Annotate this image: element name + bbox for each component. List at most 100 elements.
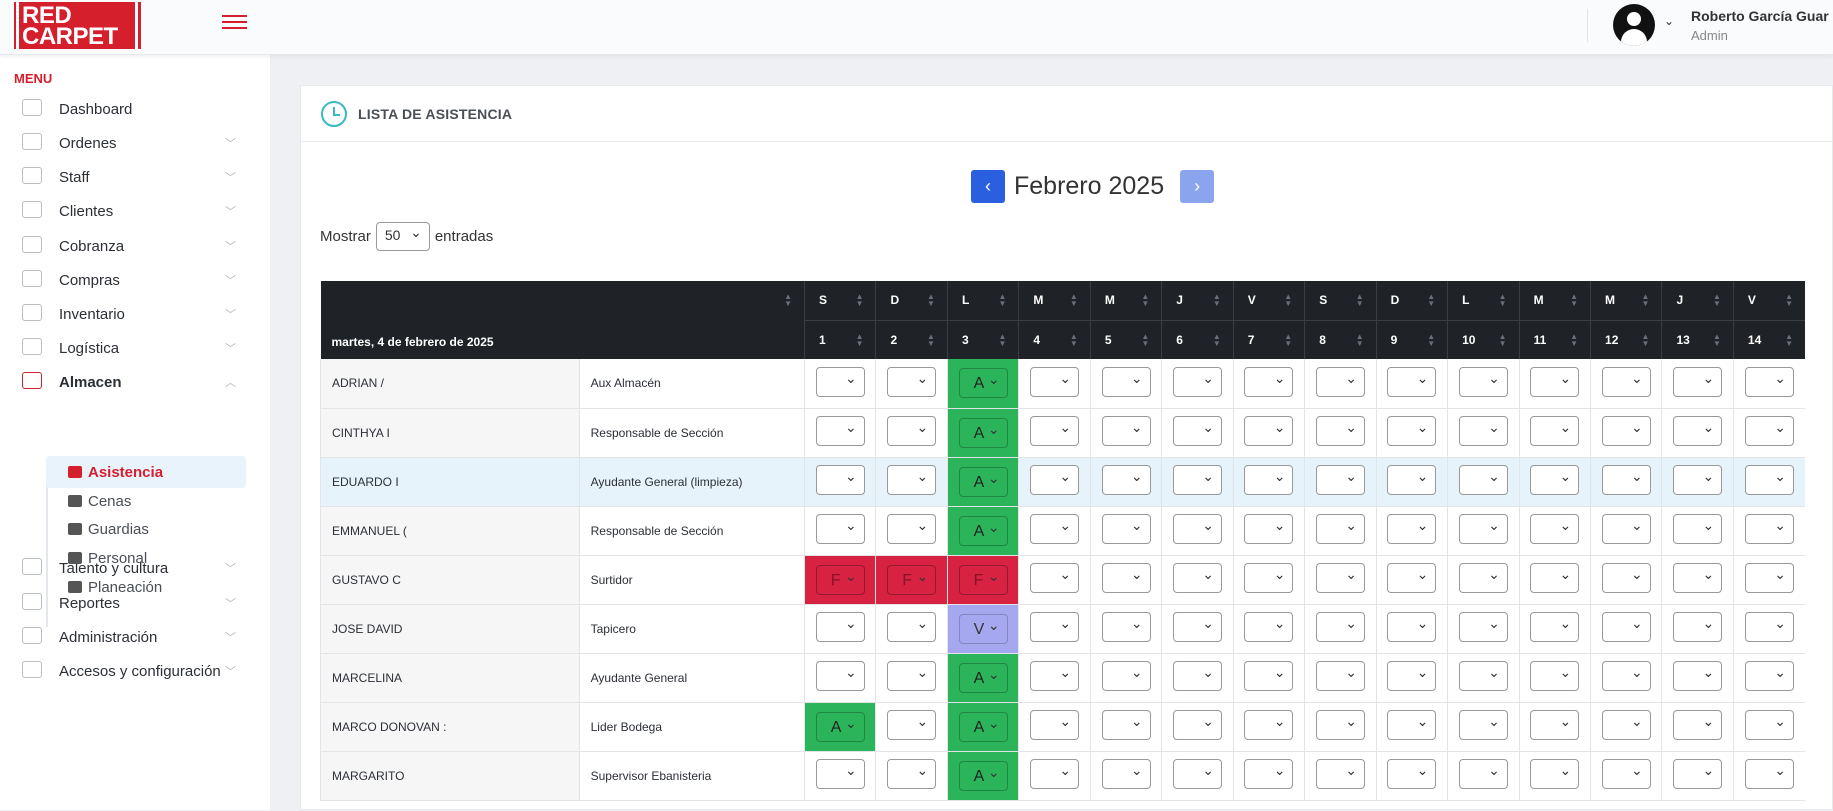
- day-number-header[interactable]: 3 ▲ ▼: [946, 319, 1019, 359]
- weekday-header[interactable]: V ▲ ▼: [1732, 281, 1805, 320]
- attendance-select[interactable]: [887, 710, 937, 740]
- attendance-select[interactable]: [1530, 514, 1580, 544]
- day-number-header[interactable]: 8 ▲ ▼: [1304, 319, 1377, 359]
- attendance-select[interactable]: [1030, 612, 1080, 642]
- attendance-select[interactable]: [1387, 661, 1437, 691]
- attendance-select[interactable]: [1030, 563, 1080, 593]
- submenu-item-personal[interactable]: Personal: [46, 542, 246, 574]
- attendance-select[interactable]: [1315, 563, 1365, 593]
- attendance-select[interactable]: [1315, 759, 1365, 789]
- day-number-header[interactable]: 11 ▲ ▼: [1518, 319, 1591, 359]
- attendance-select[interactable]: [1601, 612, 1651, 642]
- attendance-select[interactable]: [1173, 465, 1223, 495]
- sidebar-item-accesos-y-configuración[interactable]: Accesos y configuración ﹀: [22, 655, 242, 687]
- day-number-header[interactable]: 14 ▲ ▼: [1732, 319, 1805, 359]
- attendance-select[interactable]: [1387, 759, 1437, 789]
- attendance-select[interactable]: [1030, 661, 1080, 691]
- attendance-select[interactable]: [1744, 514, 1794, 544]
- attendance-select[interactable]: [815, 759, 865, 789]
- attendance-select[interactable]: [1673, 710, 1723, 740]
- attendance-select[interactable]: [1601, 661, 1651, 691]
- attendance-select[interactable]: [1744, 465, 1794, 495]
- attendance-select[interactable]: [1458, 514, 1508, 544]
- attendance-select[interactable]: [1458, 563, 1508, 593]
- attendance-select[interactable]: [1744, 366, 1794, 397]
- attendance-select[interactable]: [1673, 563, 1723, 593]
- attendance-select[interactable]: F: [887, 564, 937, 595]
- attendance-select[interactable]: [1315, 416, 1365, 446]
- attendance-select[interactable]: [1101, 661, 1151, 691]
- user-avatar-icon[interactable]: [1613, 4, 1655, 46]
- attendance-select[interactable]: [887, 465, 937, 495]
- weekday-header[interactable]: D ▲ ▼: [1375, 281, 1448, 320]
- attendance-select[interactable]: [1673, 366, 1723, 397]
- attendance-select[interactable]: [1530, 366, 1580, 397]
- attendance-select[interactable]: [1315, 710, 1365, 740]
- attendance-select[interactable]: A: [958, 711, 1008, 742]
- attendance-select[interactable]: [887, 514, 937, 544]
- attendance-select[interactable]: A: [958, 662, 1008, 693]
- attendance-select[interactable]: [1173, 416, 1223, 446]
- sidebar-item-staff[interactable]: Staff ﹀: [22, 161, 242, 193]
- attendance-select[interactable]: A: [958, 466, 1008, 497]
- sidebar-item-logística[interactable]: Logística ﹀: [22, 332, 242, 364]
- attendance-select[interactable]: [887, 661, 937, 691]
- attendance-select[interactable]: [1744, 661, 1794, 691]
- attendance-select[interactable]: [1601, 366, 1651, 397]
- attendance-select[interactable]: [1458, 759, 1508, 789]
- attendance-select[interactable]: [1673, 514, 1723, 544]
- attendance-select[interactable]: [1101, 563, 1151, 593]
- day-number-header[interactable]: 1 ▲ ▼: [804, 319, 876, 359]
- day-number-header[interactable]: 13 ▲ ▼: [1661, 319, 1734, 359]
- attendance-select[interactable]: [815, 465, 865, 495]
- attendance-select[interactable]: A: [958, 368, 1008, 399]
- date-header[interactable]: martes, 4 de febrero de 2025 ▲ ▼: [320, 281, 805, 359]
- attendance-select[interactable]: [1030, 514, 1080, 544]
- attendance-select[interactable]: [1030, 366, 1080, 397]
- weekday-header[interactable]: M ▲ ▼: [1089, 281, 1162, 320]
- attendance-select[interactable]: [1101, 366, 1151, 397]
- attendance-select[interactable]: [1530, 759, 1580, 789]
- attendance-select[interactable]: [1744, 416, 1794, 446]
- attendance-select[interactable]: [1244, 661, 1294, 691]
- sidebar-item-ordenes[interactable]: Ordenes ﹀: [22, 127, 242, 159]
- attendance-select[interactable]: [1387, 612, 1437, 642]
- attendance-select[interactable]: A: [958, 417, 1008, 448]
- weekday-header[interactable]: J ▲ ▼: [1161, 281, 1234, 320]
- attendance-select[interactable]: [887, 759, 937, 789]
- next-month-button[interactable]: ›: [1180, 169, 1215, 203]
- attendance-select[interactable]: [1030, 465, 1080, 495]
- attendance-select[interactable]: [1030, 759, 1080, 789]
- attendance-select[interactable]: [1673, 759, 1723, 789]
- attendance-select[interactable]: [1673, 612, 1723, 642]
- attendance-select[interactable]: [1530, 710, 1580, 740]
- submenu-item-planeación[interactable]: Planeación: [46, 571, 246, 603]
- attendance-select[interactable]: [1387, 514, 1437, 544]
- attendance-select[interactable]: [887, 612, 937, 642]
- sidebar-item-dashboard[interactable]: Dashboard: [22, 93, 242, 125]
- attendance-select[interactable]: [1744, 759, 1794, 789]
- attendance-select[interactable]: [1387, 465, 1437, 495]
- submenu-item-asistencia[interactable]: Asistencia: [46, 456, 246, 488]
- weekday-header[interactable]: S ▲ ▼: [1304, 281, 1377, 320]
- menu-toggle-icon[interactable]: [222, 15, 247, 33]
- attendance-select[interactable]: [1173, 366, 1223, 397]
- attendance-select[interactable]: [1173, 612, 1223, 642]
- day-number-header[interactable]: 5 ▲ ▼: [1089, 319, 1162, 359]
- attendance-select[interactable]: [1315, 661, 1365, 691]
- attendance-select[interactable]: [1601, 563, 1651, 593]
- attendance-select[interactable]: [1458, 366, 1508, 397]
- weekday-header[interactable]: J ▲ ▼: [1661, 281, 1734, 320]
- attendance-select[interactable]: [1458, 661, 1508, 691]
- day-number-header[interactable]: 9 ▲ ▼: [1375, 319, 1448, 359]
- day-number-header[interactable]: 6 ▲ ▼: [1161, 319, 1234, 359]
- attendance-select[interactable]: [815, 661, 865, 691]
- attendance-select[interactable]: [1030, 416, 1080, 446]
- attendance-select[interactable]: [1601, 465, 1651, 495]
- page-size-select[interactable]: 50: [375, 222, 430, 251]
- sidebar-item-cobranza[interactable]: Cobranza ﹀: [22, 230, 242, 262]
- weekday-header[interactable]: D ▲ ▼: [875, 281, 948, 320]
- attendance-select[interactable]: [1387, 563, 1437, 593]
- attendance-select[interactable]: [1101, 514, 1151, 544]
- attendance-select[interactable]: [1030, 710, 1080, 740]
